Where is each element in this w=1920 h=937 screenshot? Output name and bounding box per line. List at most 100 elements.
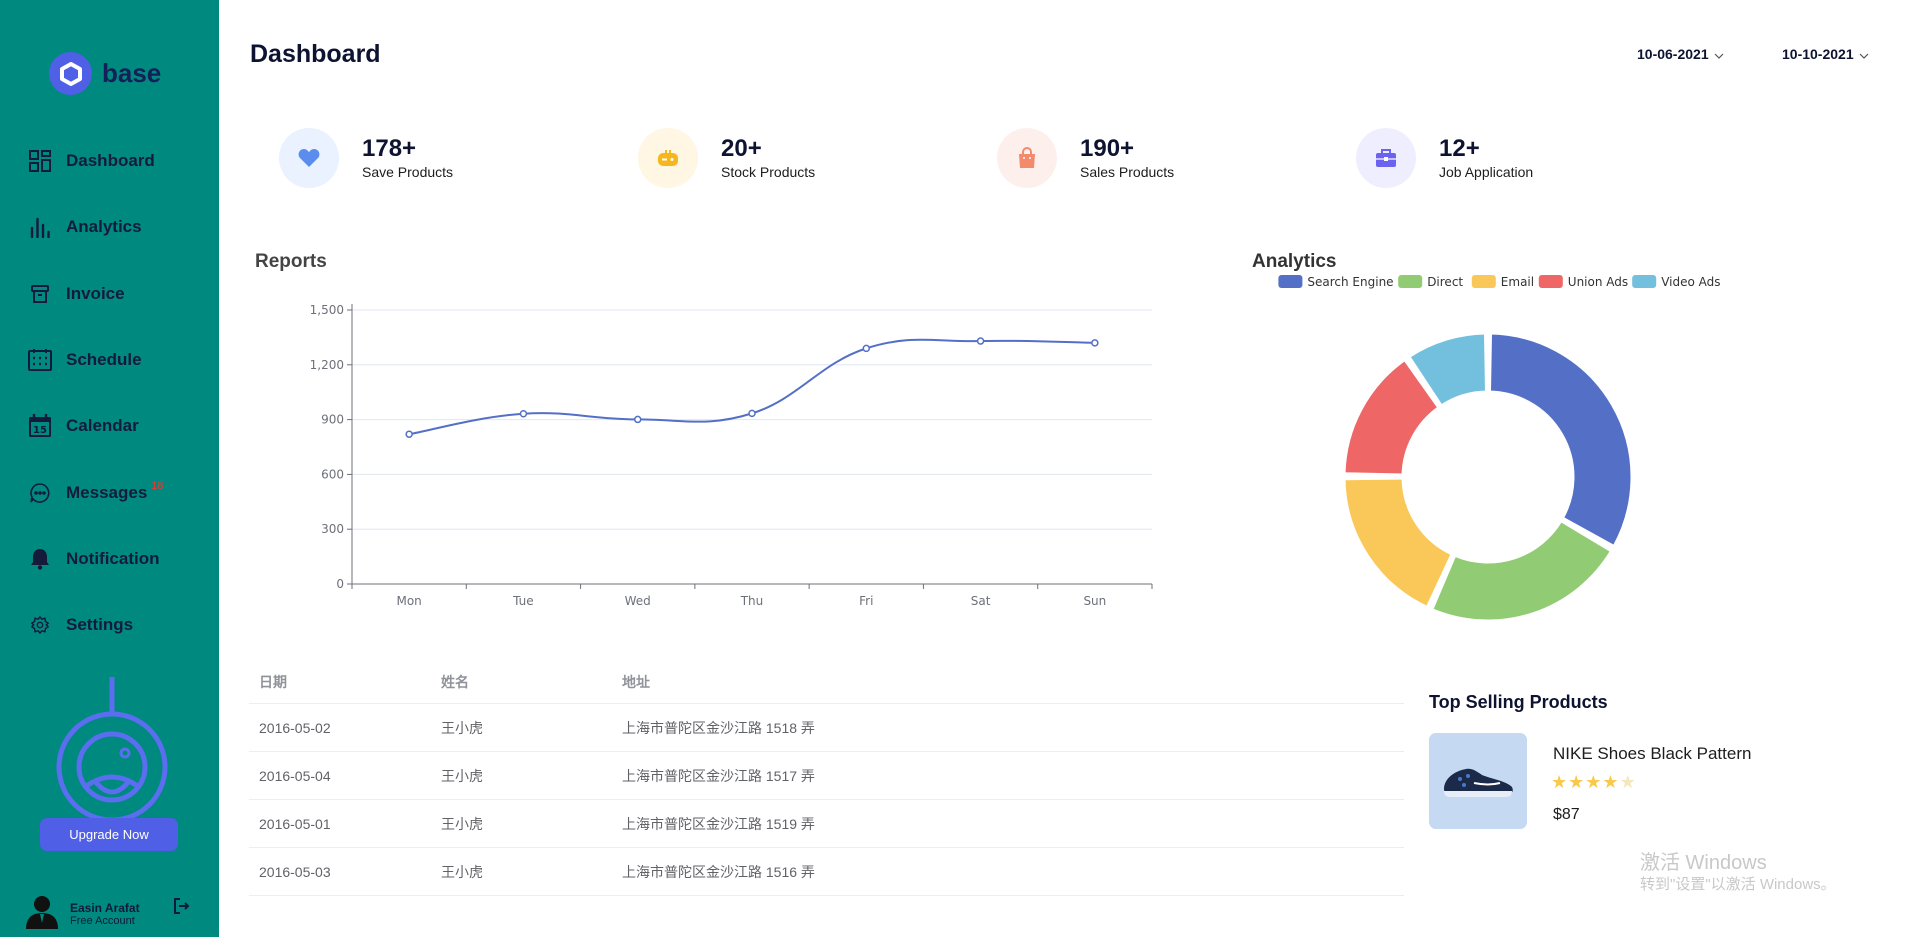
- data-point[interactable]: [748, 409, 756, 418]
- legend-swatch[interactable]: [1398, 275, 1423, 288]
- x-tick-label: Fri: [859, 594, 873, 608]
- legend-swatch[interactable]: [1278, 275, 1303, 288]
- stat-card-save-products[interactable]: 178+ Save Products: [279, 128, 453, 188]
- table-row[interactable]: 2016-05-01 王小虎 上海市普陀区金沙江路 1519 弄: [249, 800, 1404, 848]
- data-point[interactable]: [519, 410, 528, 418]
- user-profile[interactable]: Easin Arafat Free Account: [24, 893, 194, 934]
- legend-label[interactable]: Video Ads: [1661, 275, 1720, 289]
- reports-line-chart: 0 300 600 900 1,200 1,500 Mon Tue Wed Thu Fri Sat Su…: [310, 303, 1153, 608]
- x-tick-label: Mon: [396, 594, 421, 608]
- upgrade-now-button[interactable]: Upgrade Now: [40, 818, 178, 851]
- stat-value: 20+: [721, 135, 762, 162]
- pie-slice[interactable]: [1487, 331, 1634, 549]
- sidebar-item-label: Schedule: [66, 350, 142, 370]
- table-cell-address: 上海市普陀区金沙江路 1518 弄: [622, 719, 815, 736]
- product-image[interactable]: [1429, 733, 1527, 829]
- x-tick-label: Thu: [740, 594, 764, 608]
- date-from-value: 10-06-2021: [1637, 46, 1709, 62]
- shoe-icon: [1444, 768, 1513, 797]
- data-point[interactable]: [633, 415, 642, 424]
- windows-activation-hint: 转到"设置"以激活 Windows。: [1640, 876, 1836, 893]
- invoice-icon: [26, 280, 54, 308]
- windows-activation-watermark: 激活 Windows: [1640, 852, 1767, 874]
- date-to-picker[interactable]: 10-10-2021: [1782, 46, 1869, 62]
- sidebar-item-settings[interactable]: Settings: [26, 592, 216, 658]
- gamepad-icon: [638, 128, 698, 188]
- data-point[interactable]: [405, 430, 413, 438]
- stat-card-sales-products[interactable]: 190+ Sales Products: [997, 128, 1174, 188]
- calendar-icon-day: 15: [33, 425, 47, 436]
- table-row[interactable]: 2016-05-04 王小虎 上海市普陀区金沙江路 1517 弄: [249, 752, 1404, 800]
- messages-count-badge: 18: [151, 479, 164, 492]
- legend-swatch[interactable]: [1538, 275, 1563, 288]
- pie-slice[interactable]: [1430, 519, 1614, 620]
- table-cell-date: 2016-05-01: [259, 815, 331, 832]
- stat-card-job-application[interactable]: 12+ Job Application: [1356, 128, 1533, 188]
- sidebar-item-label: Invoice: [66, 283, 125, 303]
- sidebar-nav: Dashboard Analytics Invoice Schedule 15 …: [26, 128, 216, 658]
- table-row[interactable]: 2016-05-02 王小虎 上海市普陀区金沙江路 1518 弄: [249, 704, 1404, 752]
- sidebar-item-label: Analytics: [66, 217, 142, 237]
- schedule-icon: [26, 346, 54, 374]
- brand-logo-icon: [49, 52, 92, 95]
- product-name[interactable]: NIKE Shoes Black Pattern: [1553, 744, 1751, 764]
- x-tick-label: Wed: [625, 594, 651, 608]
- legend-label[interactable]: Email: [1501, 275, 1534, 289]
- x-tick-label: Tue: [512, 594, 534, 608]
- app-root: base Dashboard Analytics Invoice Schedul…: [0, 0, 1920, 937]
- legend-label[interactable]: Direct: [1427, 275, 1463, 289]
- stat-value: 178+: [362, 135, 417, 162]
- sidebar-item-analytics[interactable]: Analytics: [26, 194, 216, 260]
- brand[interactable]: base: [49, 52, 161, 95]
- table-header-cell[interactable]: 姓名: [431, 672, 612, 692]
- sidebar-item-notification[interactable]: Notification: [26, 526, 216, 592]
- table-cell-name: 王小虎: [441, 719, 483, 736]
- chevron-down-icon: [1859, 46, 1869, 62]
- data-point[interactable]: [976, 337, 985, 345]
- stat-label: Job Application: [1439, 164, 1534, 180]
- data-table: 日期 姓名 地址 2016-05-02 王小虎 上海市普陀区金沙江路 1518 …: [249, 660, 1404, 896]
- star-empty-icon: ★: [1619, 772, 1637, 792]
- sidebar-item-schedule[interactable]: Schedule: [26, 327, 216, 393]
- sidebar-item-invoice[interactable]: Invoice: [26, 261, 216, 327]
- data-point[interactable]: [862, 344, 871, 353]
- briefcase-icon: [1356, 128, 1416, 188]
- y-tick-label: 1,500: [310, 303, 344, 317]
- star-filled-icon: ★: [1568, 772, 1586, 792]
- sidebar-item-dashboard[interactable]: Dashboard: [26, 128, 216, 194]
- table-cell-date: 2016-05-03: [259, 863, 331, 880]
- pie-slice[interactable]: [1342, 476, 1454, 610]
- sidebar-item-label: Messages: [66, 482, 148, 502]
- legend-label[interactable]: Search Engine: [1307, 275, 1393, 289]
- gear-icon: [26, 611, 54, 639]
- table-header-cell[interactable]: 日期: [249, 672, 431, 692]
- stat-card-stock-products[interactable]: 20+ Stock Products: [638, 128, 815, 188]
- legend-swatch[interactable]: [1471, 275, 1496, 288]
- reports-title: Reports: [255, 251, 327, 272]
- sidebar-item-label: Calendar: [66, 416, 139, 436]
- star-filled-icon: ★: [1585, 772, 1603, 792]
- table-cell-address: 上海市普陀区金沙江路 1519 弄: [622, 815, 815, 832]
- y-tick-label: 0: [336, 577, 344, 591]
- legend-swatch[interactable]: [1632, 275, 1657, 288]
- logout-icon[interactable]: [172, 897, 190, 920]
- sidebar: base Dashboard Analytics Invoice Schedul…: [0, 0, 219, 937]
- data-point[interactable]: [1091, 339, 1099, 347]
- x-tick-label: Sun: [1083, 594, 1106, 608]
- stat-label: Stock Products: [721, 164, 816, 180]
- date-to-value: 10-10-2021: [1782, 46, 1854, 62]
- table-cell-address: 上海市普陀区金沙江路 1516 弄: [622, 863, 815, 880]
- table-row[interactable]: 2016-05-03 王小虎 上海市普陀区金沙江路 1516 弄: [249, 848, 1404, 896]
- user-name: Easin Arafat: [70, 900, 140, 915]
- table-cell-name: 王小虎: [441, 767, 483, 784]
- table-header-cell[interactable]: 地址: [612, 672, 1404, 692]
- shopping-bag-icon: [997, 128, 1057, 188]
- product-rating: ★★★★★: [1551, 772, 1637, 793]
- brand-name: base: [102, 58, 162, 88]
- date-from-picker[interactable]: 10-06-2021: [1637, 46, 1724, 62]
- sidebar-item-messages[interactable]: Messages 18: [26, 459, 216, 525]
- sidebar-item-calendar[interactable]: 15 Calendar: [26, 393, 216, 459]
- analytics-donut-chart: Search Engine Direct Email Union Ads Video A…: [1278, 275, 1721, 620]
- legend-label[interactable]: Union Ads: [1568, 275, 1628, 289]
- stat-label: Sales Products: [1080, 164, 1175, 180]
